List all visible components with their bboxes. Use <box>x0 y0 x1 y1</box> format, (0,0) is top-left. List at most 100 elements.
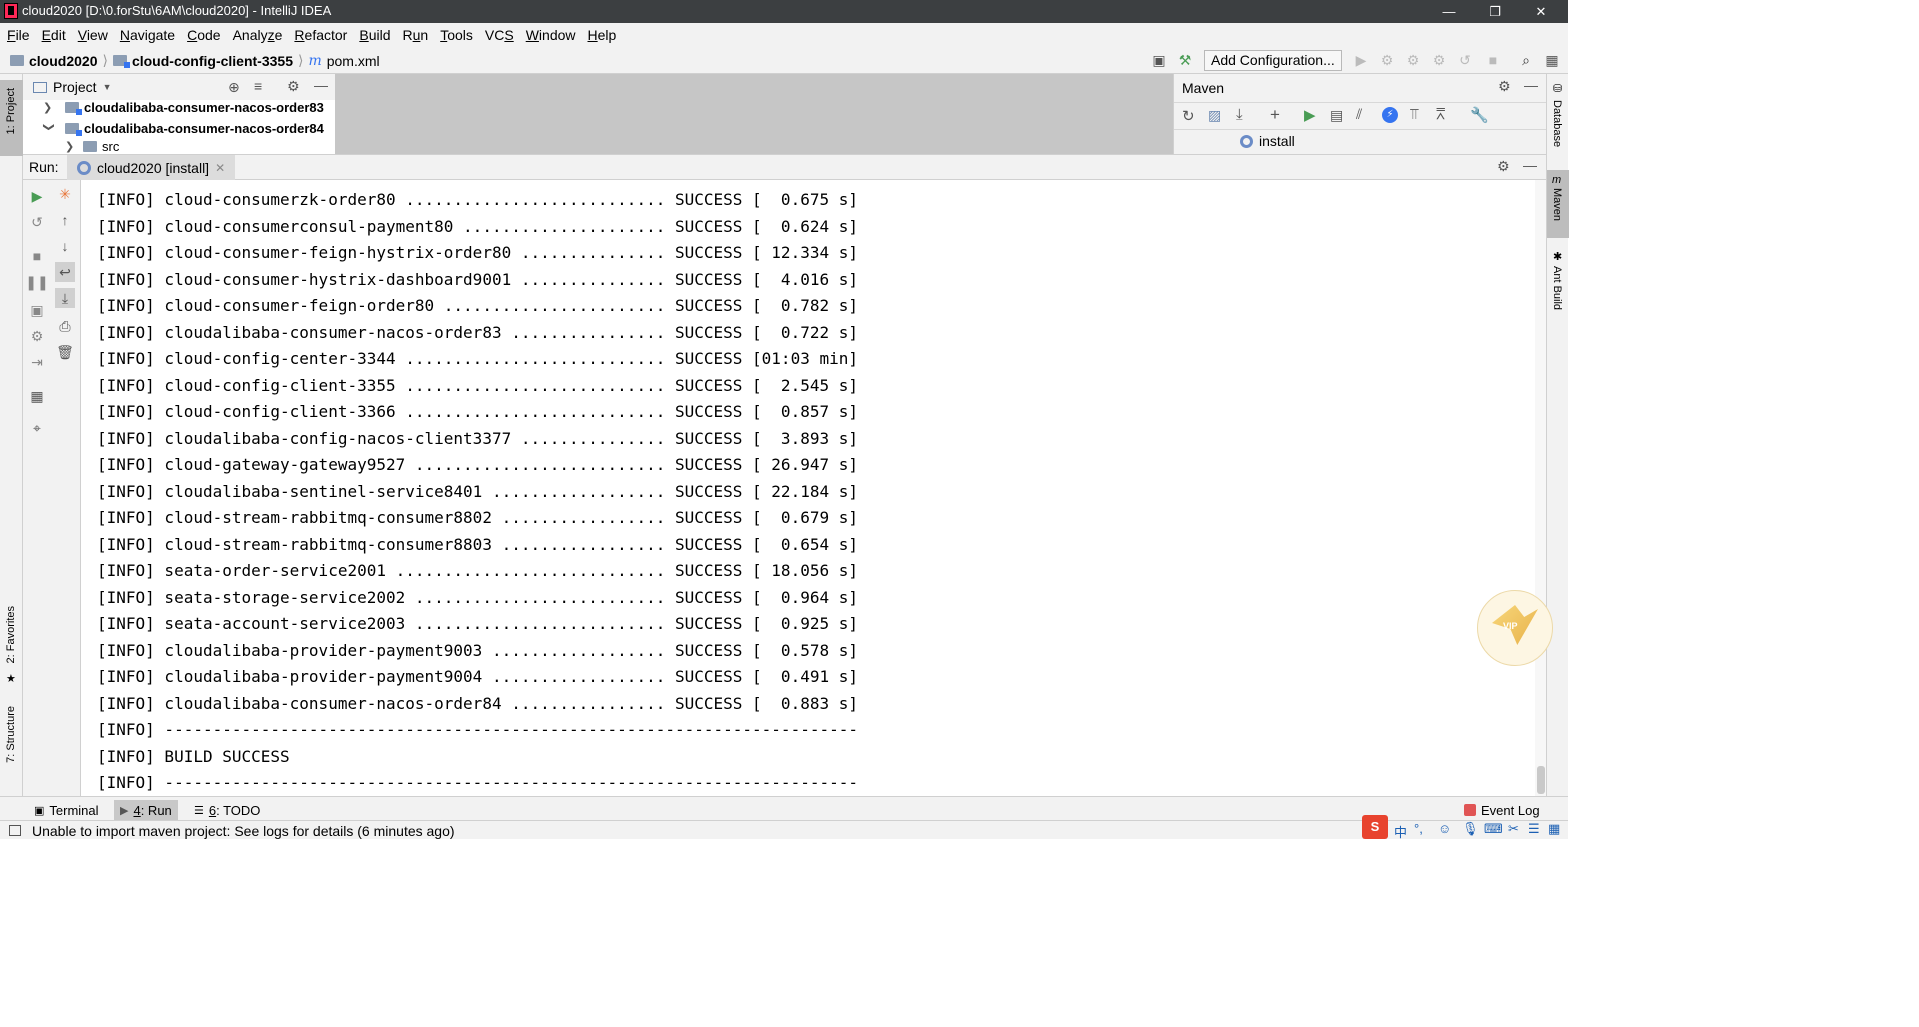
project-panel-title[interactable]: Project <box>53 79 97 95</box>
run-tab[interactable]: cloud2020 [install] ✕ <box>67 155 236 180</box>
terminal-tab[interactable]: ▣ Terminal <box>28 800 105 820</box>
chevron-down-icon[interactable]: ❯ <box>43 123 56 135</box>
menu-item[interactable]: Window <box>526 27 576 43</box>
run-icon[interactable]: ▶ <box>1304 106 1316 124</box>
tree-item[interactable]: ❯ cloudalibaba-consumer-nacos-order84 <box>23 118 324 139</box>
gear-icon[interactable]: ⚙ <box>1497 158 1510 175</box>
skip-tests-icon[interactable]: ⚡ <box>1382 107 1398 123</box>
collapse-all-icon[interactable]: ⩞ <box>1436 106 1445 123</box>
chevron-right-icon[interactable]: ❯ <box>65 140 77 153</box>
coverage-icon[interactable]: ⚙ <box>1404 51 1422 69</box>
exit-icon[interactable]: ⇥ <box>29 354 45 370</box>
pause-icon[interactable]: ❚❚ <box>25 274 48 290</box>
breadcrumb-file[interactable]: pom.xml <box>327 53 380 69</box>
run-icon[interactable]: ▶ <box>1352 51 1370 69</box>
menu-item[interactable]: View <box>78 27 108 43</box>
menu-item[interactable]: Tools <box>440 27 473 43</box>
toolbox-icon[interactable]: ▦ <box>1548 821 1560 837</box>
status-message[interactable]: Unable to import maven project: See logs… <box>32 823 455 839</box>
vip-bird-badge[interactable]: VIP <box>1477 590 1553 666</box>
ime-language-label[interactable]: 中 <box>1394 822 1407 841</box>
search-icon[interactable]: ⌕ <box>1517 51 1535 69</box>
menu-item[interactable]: File <box>7 27 30 43</box>
pin-icon[interactable]: ⌖ <box>29 420 45 436</box>
chevron-down-icon[interactable]: ▼ <box>103 82 112 92</box>
layout-icon[interactable]: ▦ <box>29 388 45 404</box>
menu-item[interactable]: Build <box>359 27 390 43</box>
project-structure-icon[interactable]: ▦ <box>1543 51 1561 69</box>
project-tool-tab[interactable]: 1: Project <box>0 80 23 156</box>
show-dependencies-icon[interactable]: ⫪ <box>1410 106 1418 123</box>
rerun-failed-icon[interactable]: ↺ <box>29 214 45 230</box>
debug-icon[interactable]: ⚙ <box>1378 51 1396 69</box>
add-configuration-button[interactable]: Add Configuration... <box>1204 50 1342 71</box>
download-icon[interactable]: ⤓ <box>1236 106 1243 123</box>
punctuation-icon[interactable]: °, <box>1414 821 1423 836</box>
hide-panel-icon[interactable]: — <box>314 77 328 93</box>
favorites-tool-tab[interactable]: 2: Favorites <box>5 606 17 663</box>
menu-item[interactable]: Run <box>403 27 429 43</box>
trash-icon[interactable]: 🗑 <box>56 344 74 360</box>
collapse-all-icon[interactable]: ≡ <box>254 78 262 94</box>
hide-panel-icon[interactable]: — <box>1523 157 1537 173</box>
print-icon[interactable]: ⎙ <box>57 318 73 334</box>
console-output[interactable]: [INFO] cloud-consumerzk-order80 ........… <box>82 180 1535 796</box>
maven-selected-goal[interactable]: install <box>1240 133 1295 149</box>
menu-item[interactable]: VCS <box>485 27 514 43</box>
up-arrow-icon[interactable]: ↑ <box>57 212 73 228</box>
minimize-button[interactable]: — <box>1426 0 1472 23</box>
chevron-right-icon[interactable]: ❯ <box>43 101 55 114</box>
reimport-folder-icon[interactable]: ▨ <box>1208 107 1221 124</box>
run-config-icon[interactable]: ▤ <box>1330 107 1343 124</box>
database-tool-tab[interactable]: Database <box>1551 100 1563 147</box>
add-icon[interactable]: + <box>1270 105 1280 125</box>
profile-icon[interactable]: ⚙ <box>1430 51 1448 69</box>
reload-icon[interactable]: ↻ <box>1182 107 1195 125</box>
emoji-icon[interactable]: ☺ <box>1438 821 1451 836</box>
menu-item[interactable]: Navigate <box>120 27 175 43</box>
console-scrollbar[interactable] <box>1535 180 1546 796</box>
sogou-ime-icon[interactable]: S <box>1362 815 1388 839</box>
soft-wrap-icon[interactable]: ↩ <box>55 262 75 282</box>
breadcrumb-module[interactable]: cloud-config-client-3355 <box>132 53 293 69</box>
scroll-to-end-icon[interactable]: ⤓ <box>55 288 75 308</box>
console-icon[interactable]: ▣ <box>1150 51 1168 69</box>
structure-tool-tab[interactable]: 7: Structure <box>5 706 17 763</box>
tool-windows-icon[interactable] <box>9 825 21 836</box>
run-tool-tab[interactable]: ▶ 4: Run <box>114 800 178 820</box>
shirt-icon[interactable]: ☰ <box>1528 821 1540 837</box>
maven-tool-tab[interactable]: m Maven <box>1547 170 1569 238</box>
menu-item[interactable]: Edit <box>42 27 66 43</box>
tree-item[interactable]: ❯ cloudalibaba-consumer-nacos-order83 <box>23 97 324 118</box>
breadcrumb-project[interactable]: cloud2020 <box>29 53 97 69</box>
scrollbar-thumb[interactable] <box>1537 766 1545 794</box>
menu-item[interactable]: Code <box>187 27 220 43</box>
toggle-tree-icon[interactable]: ✳ <box>57 186 73 202</box>
rerun-icon[interactable]: ▶ <box>29 188 45 204</box>
event-log-tab[interactable]: Event Log <box>1458 800 1546 820</box>
camera-icon[interactable]: ▣ <box>29 302 45 318</box>
close-button[interactable]: ✕ <box>1518 0 1564 23</box>
todo-tab[interactable]: ☰ 6: TODO <box>188 800 266 820</box>
keyboard-icon[interactable]: ⌨ <box>1484 821 1503 837</box>
stop-icon[interactable]: ■ <box>1484 51 1502 69</box>
settings-wrench-icon[interactable]: 🔧 <box>1470 106 1489 124</box>
gear-icon[interactable]: ⚙ <box>287 78 300 95</box>
gear-icon[interactable]: ⚙ <box>1498 78 1511 95</box>
menu-item[interactable]: Refactor <box>294 27 347 43</box>
stop-icon[interactable]: ■ <box>29 248 45 264</box>
toggle-offline-icon[interactable]: ⫽ <box>1356 106 1362 123</box>
ant-build-tool-tab[interactable]: Ant Build <box>1551 266 1563 310</box>
hide-panel-icon[interactable]: — <box>1524 77 1538 93</box>
locate-icon[interactable]: ⊕ <box>228 79 240 96</box>
menu-item[interactable]: Analyze <box>233 27 283 43</box>
tree-item[interactable]: ❯ src <box>23 139 119 154</box>
microphone-icon[interactable]: 🎙 <box>1462 821 1479 837</box>
attach-icon[interactable]: ↺ <box>1456 51 1474 69</box>
close-tab-icon[interactable]: ✕ <box>215 161 225 175</box>
build-hammer-icon[interactable]: ⚒ <box>1176 51 1194 69</box>
menu-item[interactable]: Help <box>588 27 617 43</box>
skin-icon[interactable]: ✂ <box>1508 821 1519 837</box>
down-arrow-icon[interactable]: ↓ <box>57 238 73 254</box>
restore-button[interactable]: ❐ <box>1472 0 1518 23</box>
